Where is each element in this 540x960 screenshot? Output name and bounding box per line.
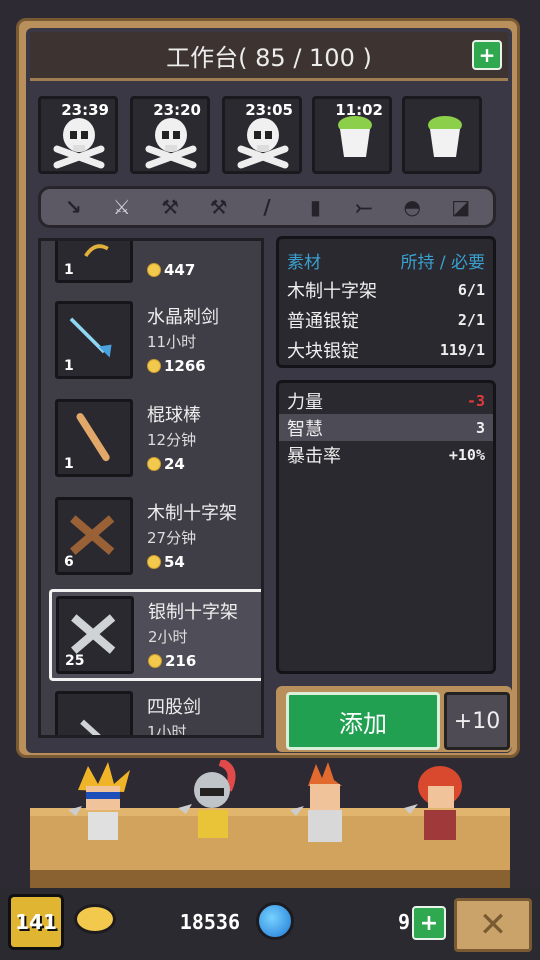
- item-count: 1: [64, 456, 74, 472]
- stat-name: 智慧: [287, 418, 323, 440]
- materials-header-count: 所持 / 必要: [400, 252, 485, 273]
- item-time: 12分钟: [147, 431, 197, 449]
- stat-name: 暴击率: [287, 445, 341, 467]
- materials-panel: 素材 所持 / 必要 木制十字架 6/1 普通银锭 2/1 大块银锭 119/1: [276, 236, 496, 368]
- item-time: 27分钟: [147, 529, 197, 547]
- green-cup-icon: [428, 116, 462, 157]
- stats-panel: 力量 -3 智慧 3 暴击率 +10%: [276, 380, 496, 674]
- queue-slot[interactable]: 23:20: [130, 96, 210, 174]
- queue-slot[interactable]: [402, 96, 482, 174]
- item-time: 2小时: [148, 628, 188, 646]
- material-value: 6/1: [457, 281, 485, 299]
- queue-time: 23:05: [245, 101, 293, 119]
- hero-knight-icon[interactable]: [178, 760, 248, 850]
- close-button[interactable]: ✕: [454, 898, 532, 952]
- material-row: 木制十字架 6/1: [287, 275, 485, 305]
- category-staff-icon[interactable]: /: [253, 193, 281, 221]
- level-badge: 141: [8, 894, 64, 950]
- item-icon: 6: [55, 497, 133, 575]
- list-item[interactable]: 1 447: [51, 241, 259, 293]
- item-price: 1266: [147, 357, 206, 375]
- stat-row: 智慧 3: [279, 414, 493, 441]
- add-button[interactable]: 添加: [286, 692, 440, 750]
- material-value: 2/1: [457, 311, 485, 329]
- item-name: 四股剑: [147, 697, 201, 718]
- item-count: 1: [64, 358, 74, 374]
- item-time: 11小时: [147, 333, 197, 351]
- coin-icon: [147, 457, 161, 471]
- item-price: 447: [147, 261, 195, 279]
- hero-redhair-icon[interactable]: [404, 760, 474, 850]
- queue-slot[interactable]: 23:39: [38, 96, 118, 174]
- item-time: 1小时: [147, 723, 187, 738]
- hero-blonde-icon[interactable]: [68, 760, 138, 850]
- item-name: 木制十字架: [147, 503, 237, 524]
- item-count: 1: [64, 262, 74, 278]
- page-title: 工作台( 85 / 100 ): [30, 32, 508, 81]
- recipe-list[interactable]: 1 447 1 水晶刺剑 11小时 1266 1 棍球棒 12分钟 24 6 木…: [38, 238, 264, 738]
- queue-time: 23:20: [153, 101, 201, 119]
- category-hammer-icon[interactable]: ⚒: [205, 193, 233, 221]
- queue-time: 11:02: [335, 101, 383, 119]
- list-item[interactable]: 1 水晶刺剑 11小时 1266: [51, 297, 259, 389]
- material-row: 大块银锭 119/1: [287, 335, 485, 365]
- material-name: 普通银锭: [287, 311, 359, 332]
- gold-amount: 18536: [179, 910, 240, 934]
- list-item[interactable]: 1 棍球棒 12分钟 24: [51, 395, 259, 487]
- coin-icon: [147, 263, 161, 277]
- hero-flame-icon[interactable]: [290, 760, 360, 850]
- material-name: 大块银锭: [287, 341, 359, 362]
- list-item[interactable]: 6 木制十字架 27分钟 54: [51, 493, 259, 585]
- item-name: 银制十字架: [148, 602, 238, 623]
- gold-coin-icon: [74, 904, 116, 934]
- gem-amount: 9: [397, 910, 410, 934]
- material-name: 木制十字架: [287, 281, 377, 302]
- list-item[interactable]: 四股剑 1小时: [51, 687, 259, 738]
- queue-time: 23:39: [61, 101, 109, 119]
- category-all-icon[interactable]: ↘: [59, 193, 87, 221]
- add-slot-button[interactable]: +: [472, 40, 502, 70]
- category-shield-icon[interactable]: ▮: [301, 193, 329, 221]
- coin-icon: [147, 359, 161, 373]
- item-icon: [55, 691, 133, 735]
- stat-value: +10%: [448, 445, 485, 464]
- coin-icon: [147, 555, 161, 569]
- add-ten-button[interactable]: +10: [444, 692, 510, 750]
- category-bow-icon[interactable]: ⤚: [350, 193, 378, 221]
- green-cup-icon: [338, 116, 372, 157]
- stat-value: -3: [466, 391, 485, 410]
- category-axe-icon[interactable]: ⚒: [156, 193, 184, 221]
- category-helmet-icon[interactable]: ◓: [398, 193, 426, 221]
- item-name: 棍球棒: [147, 405, 201, 426]
- stat-row: 暴击率 +10%: [279, 441, 493, 468]
- buy-gems-button[interactable]: +: [412, 906, 446, 940]
- category-bar: ↘ ⚔ ⚒ ⚒ / ▮ ⤚ ◓ ◪: [38, 186, 496, 228]
- list-item-selected[interactable]: 25 银制十字架 2小时 216: [49, 589, 261, 681]
- category-sword-icon[interactable]: ⚔: [108, 193, 136, 221]
- item-icon: 1: [55, 301, 133, 379]
- materials-header: 素材 所持 / 必要: [287, 245, 485, 275]
- gem-icon: [256, 902, 294, 940]
- item-price: 24: [147, 455, 185, 473]
- item-count: 6: [64, 554, 74, 570]
- item-icon: 1: [55, 399, 133, 477]
- stat-value: 3: [475, 418, 485, 437]
- materials-header-label: 素材: [287, 252, 321, 273]
- queue-slot[interactable]: 23:05: [222, 96, 302, 174]
- coin-icon: [148, 654, 162, 668]
- stat-row: 力量 -3: [279, 387, 493, 414]
- material-row: 普通银锭 2/1: [287, 305, 485, 335]
- item-price: 54: [147, 553, 185, 571]
- queue-slot[interactable]: 11:02: [312, 96, 392, 174]
- item-count: 25: [65, 653, 85, 669]
- item-icon: 25: [56, 596, 134, 674]
- item-icon: 1: [55, 241, 133, 283]
- item-name: 水晶刺剑: [147, 307, 219, 328]
- material-value: 119/1: [439, 341, 485, 359]
- category-potion-icon[interactable]: ◪: [447, 193, 475, 221]
- stat-name: 力量: [287, 391, 323, 413]
- item-price: 216: [148, 652, 196, 670]
